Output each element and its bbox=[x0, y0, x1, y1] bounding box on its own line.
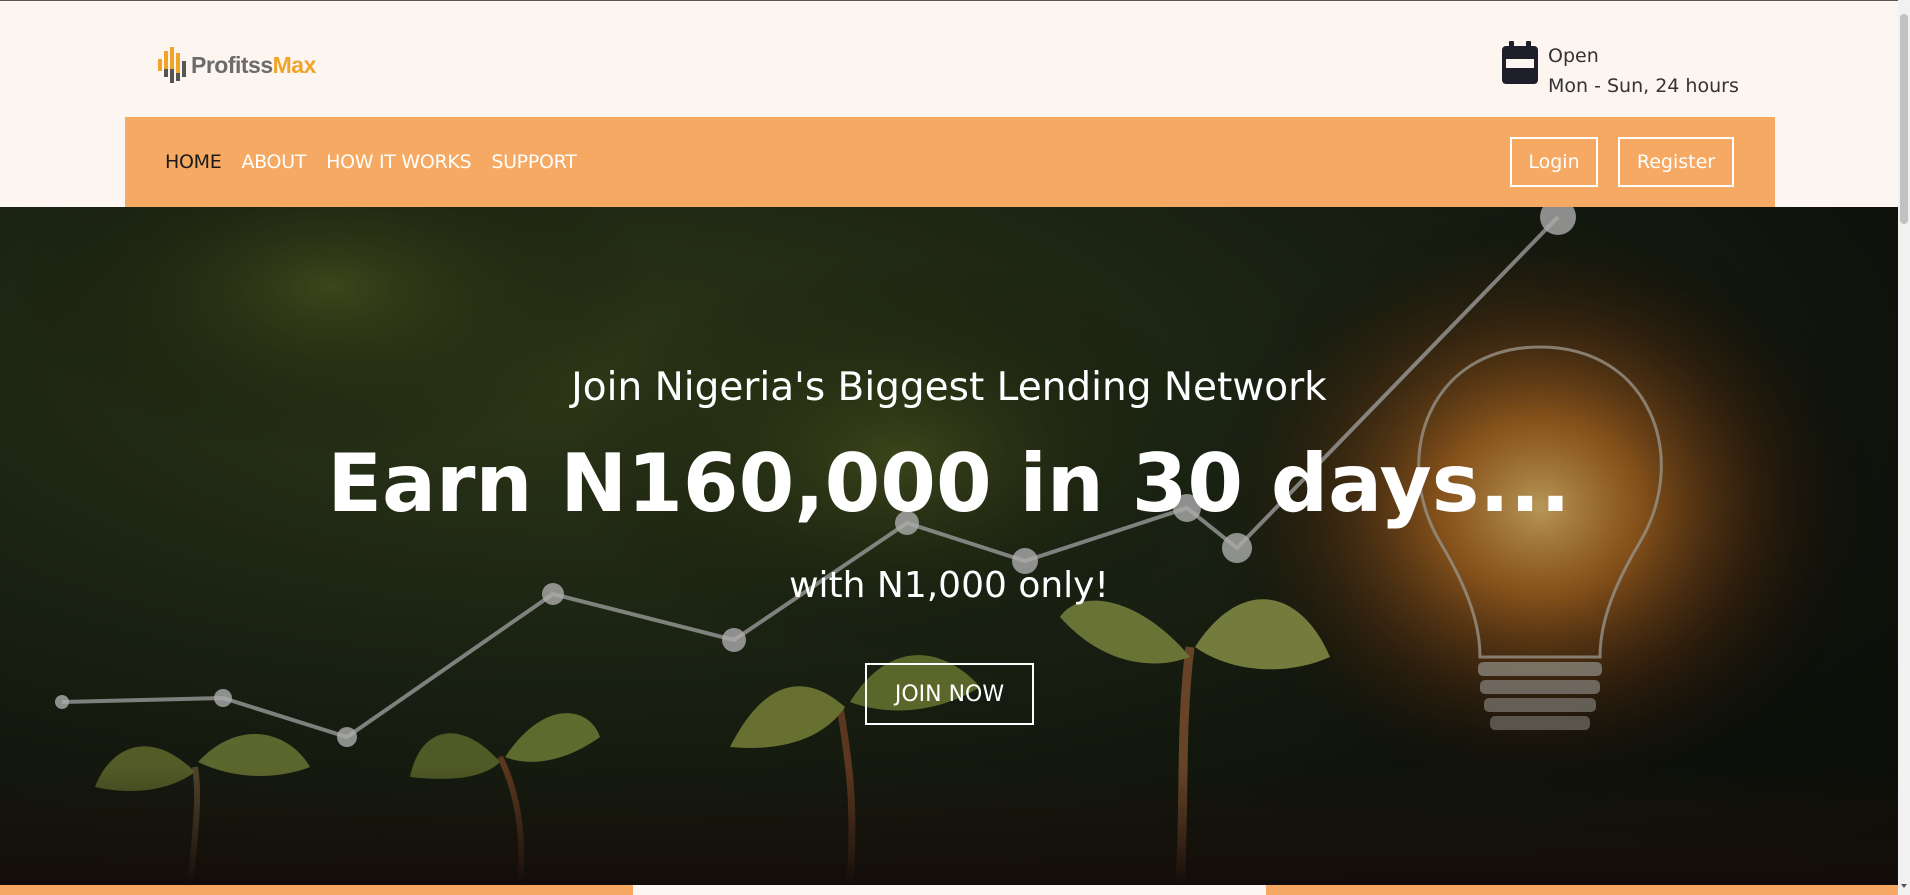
nav-support[interactable]: SUPPORT bbox=[491, 151, 576, 173]
hero-headline: Earn N160,000 in 30 days... bbox=[327, 437, 1571, 530]
join-now-button[interactable]: JOIN NOW bbox=[865, 663, 1034, 725]
brand-name-part2: Max bbox=[272, 51, 317, 78]
bottom-strip-left bbox=[0, 885, 633, 895]
hours-status: Open bbox=[1548, 45, 1599, 67]
hero-subtitle: Join Nigeria's Biggest Lending Network bbox=[571, 365, 1327, 410]
register-button[interactable]: Register bbox=[1618, 137, 1734, 187]
brand-logo[interactable]: Profitss Max bbox=[157, 45, 316, 85]
bottom-strip-middle bbox=[633, 885, 1266, 895]
bottom-strip-right bbox=[1266, 885, 1898, 895]
hero-background-image bbox=[0, 207, 1898, 885]
scrollbar-thumb[interactable] bbox=[1900, 14, 1908, 224]
login-button[interactable]: Login bbox=[1510, 137, 1598, 187]
nav-links: HOME ABOUT HOW IT WORKS SUPPORT bbox=[165, 117, 596, 207]
scroll-down-arrow-icon[interactable] bbox=[1901, 884, 1907, 888]
calendar-icon bbox=[1502, 41, 1538, 84]
hero-banner: Join Nigeria's Biggest Lending Network E… bbox=[0, 207, 1898, 885]
hours-schedule: Mon - Sun, 24 hours bbox=[1548, 75, 1739, 97]
nav-about[interactable]: ABOUT bbox=[241, 151, 306, 173]
main-navbar: HOME ABOUT HOW IT WORKS SUPPORT Login Re… bbox=[125, 117, 1775, 207]
site-header: Profitss Max Open Mon - Sun, 24 hours bbox=[0, 1, 1898, 117]
hero-tagline: with N1,000 only! bbox=[789, 565, 1109, 606]
logo-bars-icon bbox=[158, 47, 186, 83]
brand-name-part1: Profitss bbox=[191, 51, 273, 78]
opening-hours: Open Mon - Sun, 24 hours bbox=[1501, 41, 1739, 101]
nav-home[interactable]: HOME bbox=[165, 151, 222, 173]
page-scrollbar[interactable] bbox=[1898, 0, 1910, 895]
nav-how-it-works[interactable]: HOW IT WORKS bbox=[326, 151, 471, 173]
